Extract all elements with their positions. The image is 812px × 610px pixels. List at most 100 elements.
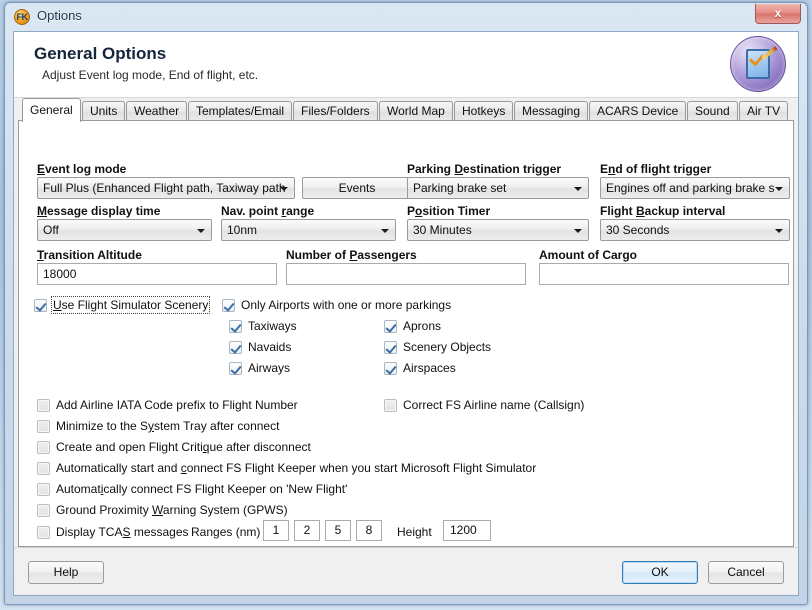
app-icon: FK: [14, 9, 30, 25]
checkbox-label: Taxiways: [248, 319, 297, 333]
tcas-range-2-input[interactable]: 2: [294, 520, 320, 541]
tab-templates-email[interactable]: Templates/Email: [188, 101, 293, 121]
checkbox-airways[interactable]: Airways: [229, 360, 290, 376]
checkbox-box: [34, 299, 47, 312]
checkbox-box: [37, 399, 50, 412]
tab-units[interactable]: Units: [82, 101, 126, 121]
tcas-ranges-label: Ranges (nm): [191, 525, 261, 539]
tab-air-tv[interactable]: Air TV: [739, 101, 789, 121]
amount-of-cargo-input[interactable]: [539, 263, 789, 285]
chevron-down-icon: [280, 187, 288, 191]
checkbox-correct-fs-airline-name[interactable]: Correct FS Airline name (Callsign): [384, 397, 584, 413]
checkbox-box: [37, 526, 50, 539]
number-of-passengers-input[interactable]: [286, 263, 526, 285]
checkbox-taxiways[interactable]: Taxiways: [229, 318, 297, 334]
checkbox-label: Create and open Flight Critique after di…: [56, 440, 311, 454]
general-tab-panel: Event log mode Parking Destination trigg…: [18, 120, 794, 547]
tab-sound[interactable]: Sound: [687, 101, 738, 121]
checkbox-create-flight-critique[interactable]: Create and open Flight Critique after di…: [37, 439, 311, 455]
page-subtitle: Adjust Event log mode, End of flight, et…: [42, 68, 259, 82]
checkbox-gpws[interactable]: Ground Proximity Warning System (GPWS): [37, 502, 288, 518]
tab-messaging[interactable]: Messaging: [514, 101, 589, 121]
checkbox-box: [384, 320, 397, 333]
checkbox-navaids[interactable]: Navaids: [229, 339, 291, 355]
checkbox-box: [384, 341, 397, 354]
cancel-button[interactable]: Cancel: [708, 561, 784, 584]
dialog-button-bar: Help OK Cancel: [14, 547, 798, 595]
ok-button[interactable]: OK: [622, 561, 698, 584]
position-timer-select[interactable]: 30 Minutes: [407, 219, 589, 241]
tcas-height-input[interactable]: 1200: [443, 520, 491, 541]
event-log-mode-label: Event log mode: [37, 162, 127, 176]
end-of-flight-trigger-select[interactable]: Engines off and parking brake s: [600, 177, 790, 199]
tab-acars-device[interactable]: ACARS Device: [589, 101, 687, 121]
tab-hotkeys[interactable]: Hotkeys: [454, 101, 514, 121]
checkbox-label: Add Airline IATA Code prefix to Flight N…: [56, 398, 298, 412]
flight-backup-interval-select[interactable]: 30 Seconds: [600, 219, 790, 241]
tcas-range-3-input[interactable]: 5: [325, 520, 351, 541]
checkbox-airspaces[interactable]: Airspaces: [384, 360, 456, 376]
close-icon[interactable]: x: [755, 4, 801, 24]
events-button[interactable]: Events: [302, 177, 412, 199]
checkbox-auto-start-connect-fsfk[interactable]: Automatically start and connect FS Fligh…: [37, 460, 536, 476]
tab-world-map[interactable]: World Map: [379, 101, 453, 121]
checkbox-label: Automatically connect FS Flight Keeper o…: [56, 482, 348, 496]
end-of-flight-trigger-label: End of flight trigger: [600, 162, 712, 176]
flight-backup-interval-value: 30 Seconds: [606, 223, 670, 237]
tab-general[interactable]: General: [22, 98, 81, 122]
event-log-mode-select[interactable]: Full Plus (Enhanced Flight path, Taxiway…: [37, 177, 295, 199]
checkbox-label: Airways: [248, 361, 291, 375]
checkbox-label: Minimize to the System Tray after connec…: [56, 419, 280, 433]
options-window: FK Options x General Options Adjust Even…: [4, 2, 808, 605]
tcas-range-4-input[interactable]: 8: [356, 520, 382, 541]
checkbox-box: [37, 420, 50, 433]
checkbox-box: [229, 320, 242, 333]
number-of-passengers-label: Number of Passengers: [286, 248, 417, 262]
checkbox-aprons[interactable]: Aprons: [384, 318, 441, 334]
help-button[interactable]: Help: [28, 561, 104, 584]
checkbox-box: [384, 399, 397, 412]
checkbox-minimize-to-system-tray[interactable]: Minimize to the System Tray after connec…: [37, 418, 279, 434]
options-clipboard-icon: [730, 36, 786, 92]
checkbox-label: Scenery Objects: [403, 340, 492, 354]
tab-files-folders[interactable]: Files/Folders: [293, 101, 378, 121]
checkbox-display-tcas-messages[interactable]: Display TCAS messages: [37, 524, 189, 540]
message-display-time-value: Off: [43, 223, 59, 237]
transition-altitude-input[interactable]: 18000: [37, 263, 277, 285]
nav-point-range-label: Nav. point range: [221, 204, 315, 218]
checkbox-box: [37, 441, 50, 454]
transition-altitude-label: Transition Altitude: [37, 248, 142, 262]
tcas-height-label: Height: [397, 525, 432, 539]
message-display-time-label: Message display time: [37, 204, 161, 218]
checkbox-label: Navaids: [248, 340, 292, 354]
checkbox-label: Display TCAS messages: [56, 525, 189, 539]
checkbox-scenery-objects[interactable]: Scenery Objects: [384, 339, 491, 355]
checkbox-box: [384, 362, 397, 375]
page-title: General Options: [34, 44, 167, 63]
checkbox-box: [37, 462, 50, 475]
parking-destination-trigger-select[interactable]: Parking brake set: [407, 177, 589, 199]
chevron-down-icon: [574, 187, 582, 191]
checkbox-label: Aprons: [403, 319, 442, 333]
checkbox-box: [222, 299, 235, 312]
tcas-range-1-input[interactable]: 1: [263, 520, 289, 541]
checkbox-add-airline-iata-prefix[interactable]: Add Airline IATA Code prefix to Flight N…: [37, 397, 298, 413]
event-log-mode-value: Full Plus (Enhanced Flight path, Taxiway…: [43, 181, 286, 195]
checkbox-label: Only Airports with one or more parkings: [241, 298, 452, 312]
chevron-down-icon: [775, 187, 783, 191]
message-display-time-select[interactable]: Off: [37, 219, 212, 241]
checkbox-use-flight-simulator-scenery[interactable]: Use Flight Simulator Scenery: [34, 296, 211, 314]
checkbox-label: Airspaces: [403, 361, 456, 375]
title-bar: FK Options x: [5, 3, 807, 31]
parking-destination-trigger-value: Parking brake set: [413, 181, 507, 195]
checkbox-only-airports-with-parkings[interactable]: Only Airports with one or more parkings: [222, 297, 451, 313]
nav-point-range-select[interactable]: 10nm: [221, 219, 396, 241]
checkbox-label: Ground Proximity Warning System (GPWS): [56, 503, 288, 517]
header-banner: General Options Adjust Event log mode, E…: [14, 32, 798, 98]
tab-weather[interactable]: Weather: [126, 101, 188, 121]
chevron-down-icon: [381, 229, 389, 233]
amount-of-cargo-label: Amount of Cargo: [539, 248, 637, 262]
chevron-down-icon: [197, 229, 205, 233]
flight-backup-interval-label: Flight Backup interval: [600, 204, 726, 218]
checkbox-auto-connect-new-flight[interactable]: Automatically connect FS Flight Keeper o…: [37, 481, 347, 497]
